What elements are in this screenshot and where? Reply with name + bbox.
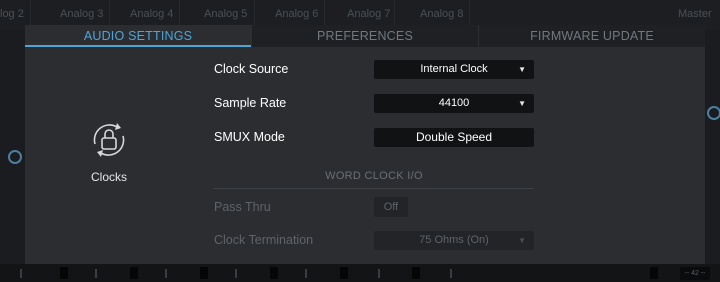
fader-handle[interactable]	[340, 267, 348, 279]
sample-rate-label: Sample Rate	[214, 96, 287, 110]
smux-mode-label: SMUX Mode	[214, 130, 285, 144]
chevron-down-icon: ▼	[518, 236, 526, 245]
settings-tab-bar: AUDIO SETTINGS PREFERENCES FIRMWARE UPDA…	[25, 25, 705, 47]
fader-track	[305, 269, 307, 278]
mixer-right-strip	[705, 30, 720, 264]
smux-mode-button[interactable]: Double Speed	[374, 128, 534, 147]
pass-thru-label: Pass Thru	[214, 200, 271, 214]
clock-source-select[interactable]: Internal Clock ▼	[374, 60, 534, 79]
clock-source-value: Internal Clock	[420, 63, 488, 75]
fader-handle[interactable]	[200, 267, 208, 279]
tab-audio-settings[interactable]: AUDIO SETTINGS	[25, 25, 251, 47]
settings-dialog: AUDIO SETTINGS PREFERENCES FIRMWARE UPDA…	[25, 25, 705, 264]
fader-track	[95, 269, 97, 278]
fader-handle[interactable]	[270, 267, 278, 279]
fader-track	[378, 269, 380, 278]
fader-handle[interactable]	[60, 267, 68, 279]
clock-termination-value: 75 Ohms (On)	[419, 234, 489, 246]
section-divider	[214, 188, 534, 189]
fader-track	[235, 269, 237, 278]
fader-track	[165, 269, 167, 278]
tab-firmware-update[interactable]: FIRMWARE UPDATE	[478, 25, 705, 47]
fader-track	[450, 269, 452, 278]
fader-handle[interactable]	[650, 267, 658, 279]
mixer-left-strip	[0, 30, 25, 264]
word-clock-section-title: WORD CLOCK I/O	[325, 170, 423, 182]
sample-rate-select[interactable]: 44100 ▼	[374, 94, 534, 113]
pass-thru-toggle[interactable]: Off	[374, 197, 408, 217]
tab-preferences[interactable]: PREFERENCES	[251, 25, 478, 47]
clocks-label: Clocks	[90, 170, 127, 184]
clock-source-label: Clock Source	[214, 62, 289, 76]
fader-track	[20, 269, 22, 278]
chevron-down-icon: ▼	[518, 99, 526, 108]
pan-knob-icon[interactable]	[8, 150, 22, 164]
lock-sync-icon	[93, 123, 125, 157]
mixer-fader-row	[0, 264, 720, 282]
clock-termination-select[interactable]: 75 Ohms (On) ▼	[374, 231, 534, 250]
master-meter-readout: -- 42 --	[680, 267, 710, 280]
chevron-down-icon: ▼	[518, 65, 526, 74]
sample-rate-value: 44100	[438, 97, 470, 109]
clock-termination-label: Clock Termination	[214, 233, 314, 247]
pan-knob-icon[interactable]	[707, 106, 720, 120]
fader-handle[interactable]	[412, 267, 420, 279]
fader-handle[interactable]	[130, 267, 138, 279]
